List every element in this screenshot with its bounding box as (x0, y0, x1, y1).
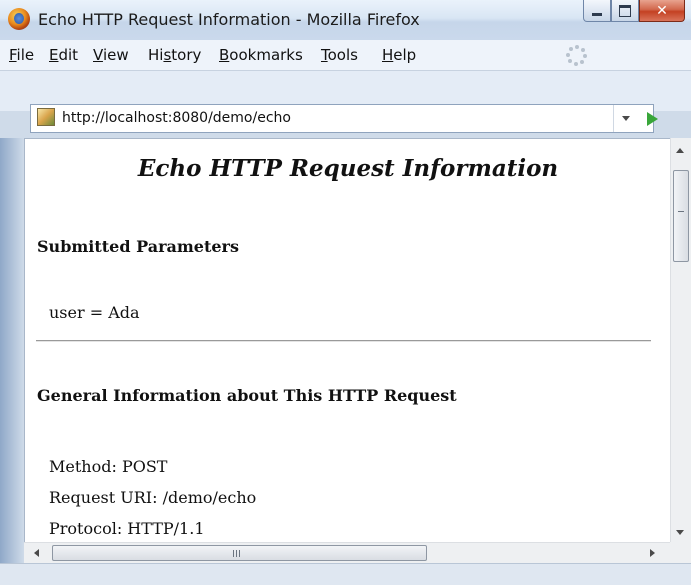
window-controls: ✕ (583, 0, 685, 22)
throbber-icon (566, 44, 588, 66)
menu-label-part: iew (102, 46, 129, 64)
browser-window-main: Echo HTTP Request Information - Mozilla … (0, 0, 691, 585)
submitted-parameter: user = Ada (49, 303, 140, 322)
menu-accesskey: T (321, 46, 328, 64)
page-favicon-icon (37, 108, 55, 126)
scroll-grip-icon (678, 211, 684, 212)
dropdown-arrow-icon (622, 116, 630, 121)
menu-file[interactable]: File (9, 46, 34, 64)
firefox-icon (8, 8, 30, 30)
page-content: Echo HTTP Request Information Submitted … (24, 138, 671, 543)
menu-label-part: elp (393, 46, 417, 64)
menu-label-part: dit (58, 46, 79, 64)
menu-accesskey: V (93, 46, 103, 64)
section-divider (36, 340, 651, 342)
menu-history[interactable]: History (148, 46, 201, 64)
window-frame-left (0, 138, 24, 563)
request-uri: Request URI: /demo/echo (49, 488, 257, 507)
window-title: Echo HTTP Request Information - Mozilla … (38, 10, 420, 29)
menu-accesskey: H (382, 46, 394, 64)
menu-edit[interactable]: Edit (49, 46, 78, 64)
scrollbar-corner (670, 542, 691, 563)
menu-label-part: ookmarks (229, 46, 303, 64)
submitted-parameters-heading: Submitted Parameters (37, 237, 239, 256)
menu-view[interactable]: View (93, 46, 129, 64)
menu-label-part: ile (16, 46, 35, 64)
horizontal-scroll-thumb[interactable] (52, 545, 427, 561)
address-dropdown-button[interactable] (613, 105, 638, 132)
go-button[interactable] (638, 105, 666, 132)
scroll-right-arrow-icon[interactable] (650, 549, 655, 557)
menu-accesskey: F (9, 46, 17, 64)
minimize-button[interactable] (583, 0, 611, 22)
scroll-up-arrow-icon[interactable] (676, 148, 684, 153)
menu-label-part: Hi (148, 46, 164, 64)
close-button[interactable]: ✕ (639, 0, 685, 22)
horizontal-scrollbar[interactable] (24, 542, 670, 563)
menu-bookmarks[interactable]: Bookmarks (219, 46, 303, 64)
general-info-heading: General Information about This HTTP Requ… (37, 386, 457, 405)
status-bar (0, 563, 691, 585)
scroll-grip-icon (236, 550, 237, 557)
menu-accesskey: B (219, 46, 230, 64)
request-protocol: Protocol: HTTP/1.1 (49, 519, 205, 538)
scroll-left-arrow-icon[interactable] (34, 549, 39, 557)
scroll-down-arrow-icon[interactable] (676, 530, 684, 535)
close-icon: ✕ (656, 2, 668, 19)
vertical-scrollbar[interactable] (670, 138, 691, 542)
menu-label-part: tory (171, 46, 202, 64)
page-title: Echo HTTP Request Information (137, 155, 559, 182)
vertical-scroll-thumb[interactable] (673, 170, 689, 262)
menu-help[interactable]: Help (382, 46, 416, 64)
title-bar[interactable]: Echo HTTP Request Information - Mozilla … (0, 0, 691, 40)
maximize-icon (619, 4, 631, 17)
menu-tools[interactable]: Tools (321, 46, 358, 64)
go-arrow-icon (646, 111, 658, 126)
address-url[interactable]: http://localhost:8080/demo/echo (62, 110, 291, 126)
maximize-button[interactable] (611, 0, 639, 22)
menu-label-part: ools (327, 46, 358, 64)
minimize-icon (592, 12, 602, 16)
request-method: Method: POST (49, 457, 168, 476)
